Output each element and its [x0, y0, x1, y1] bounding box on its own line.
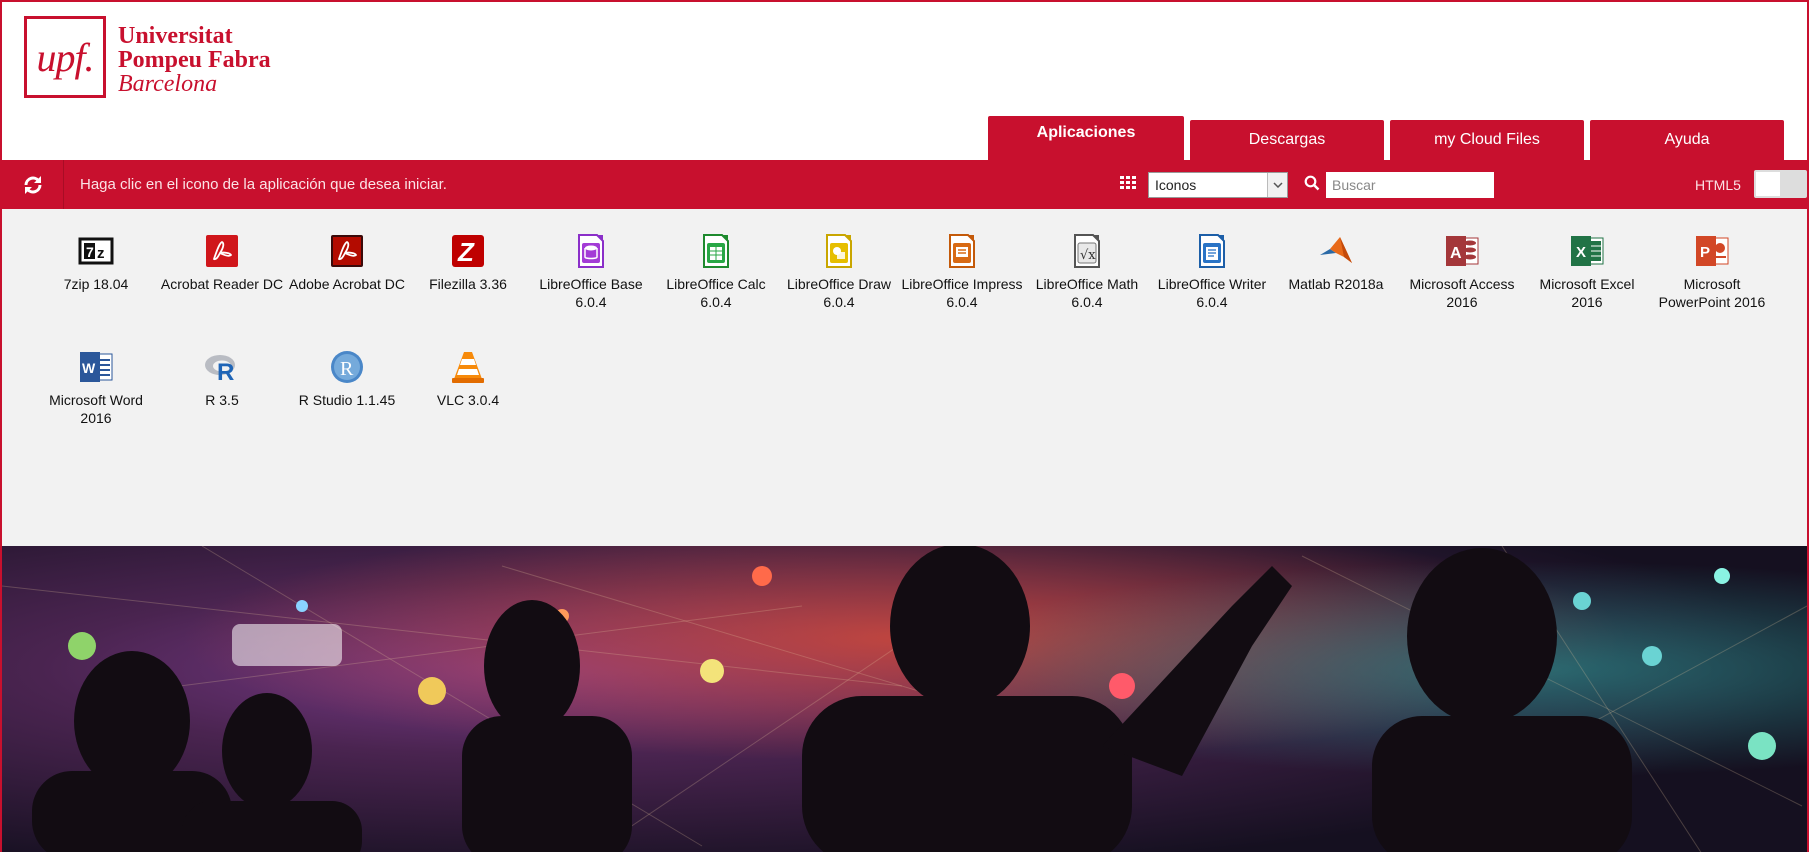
svg-text:7: 7 — [86, 244, 94, 260]
app-libreoffice-writer[interactable]: LibreOffice Writer 6.0.4 — [1150, 233, 1274, 311]
adobe-acrobat-icon — [329, 233, 365, 269]
app-ms-powerpoint[interactable]: P Microsoft PowerPoint 2016 — [1650, 233, 1774, 311]
app-label: Acrobat Reader DC — [160, 276, 284, 292]
app-libreoffice-impress[interactable]: LibreOffice Impress 6.0.4 — [900, 233, 1024, 311]
app-libreoffice-draw[interactable]: LibreOffice Draw 6.0.4 — [777, 233, 901, 311]
libreoffice-base-icon — [573, 233, 609, 269]
app-7zip[interactable]: 7z 7zip 18.04 — [34, 233, 158, 293]
svg-text:R: R — [217, 359, 234, 385]
tab-aplicaciones[interactable]: Aplicaciones — [988, 116, 1184, 160]
ms-word-icon: W — [78, 349, 114, 385]
app-label: LibreOffice Math 6.0.4 — [1035, 276, 1139, 310]
matlab-icon — [1318, 233, 1354, 269]
ms-powerpoint-icon: P — [1694, 233, 1730, 269]
hero-photo — [2, 546, 1807, 852]
tab-descargas[interactable]: Descargas — [1190, 120, 1384, 160]
app-label: R 3.5 — [205, 392, 239, 408]
instruction-text: Haga clic en el icono de la aplicación q… — [80, 176, 447, 193]
app-label: Adobe Acrobat DC — [289, 276, 405, 292]
search-input[interactable] — [1326, 172, 1494, 198]
app-libreoffice-math[interactable]: √x LibreOffice Math 6.0.4 — [1025, 233, 1149, 311]
libreoffice-impress-icon — [944, 233, 980, 269]
app-label: LibreOffice Impress 6.0.4 — [901, 276, 1023, 310]
app-libreoffice-calc[interactable]: LibreOffice Calc 6.0.4 — [654, 233, 778, 311]
main-tabs: Aplicaciones Descargas my Cloud Files Ay… — [988, 116, 1784, 160]
html5-label: HTML5 — [1695, 177, 1741, 193]
tab-ayuda[interactable]: Ayuda — [1590, 120, 1784, 160]
libreoffice-calc-icon — [698, 233, 734, 269]
app-rstudio[interactable]: R R Studio 1.1.45 — [285, 349, 409, 409]
svg-text:W: W — [82, 360, 96, 376]
logo-line-2: Pompeu Fabra — [118, 47, 271, 73]
libreoffice-writer-icon — [1194, 233, 1230, 269]
app-label: LibreOffice Draw 6.0.4 — [786, 276, 891, 310]
upf-logo[interactable]: upf. Universitat Pompeu Fabra Barcelona — [24, 16, 271, 98]
app-label: Microsoft Access 2016 — [1409, 276, 1515, 310]
app-libreoffice-base[interactable]: LibreOffice Base 6.0.4 — [529, 233, 653, 311]
libreoffice-math-icon: √x — [1069, 233, 1105, 269]
app-ms-word[interactable]: W Microsoft Word 2016 — [34, 349, 158, 427]
app-ms-access[interactable]: A Microsoft Access 2016 — [1400, 233, 1524, 311]
app-label: Microsoft Excel 2016 — [1539, 276, 1635, 310]
ms-access-icon: A — [1444, 233, 1480, 269]
app-label: LibreOffice Base 6.0.4 — [539, 276, 643, 310]
r-icon: R — [204, 349, 240, 386]
app-label: R Studio 1.1.45 — [298, 392, 396, 408]
view-mode-select[interactable]: Iconos — [1148, 172, 1288, 198]
logo-line-3: Barcelona — [118, 71, 218, 97]
app-acrobat-reader[interactable]: Acrobat Reader DC — [160, 233, 284, 293]
svg-text:√x: √x — [1080, 248, 1096, 263]
app-label: LibreOffice Calc 6.0.4 — [666, 276, 766, 310]
search-icon — [1304, 175, 1320, 191]
ms-excel-icon: X — [1569, 233, 1605, 269]
app-window: upf. Universitat Pompeu Fabra Barcelona … — [0, 0, 1809, 852]
toolbar: Haga clic en el icono de la aplicación q… — [2, 160, 1807, 209]
rstudio-icon: R — [329, 349, 365, 385]
svg-text:X: X — [1576, 244, 1586, 261]
app-label: VLC 3.0.4 — [436, 392, 500, 408]
logo-mark-text: upf. — [36, 34, 94, 80]
app-label: Matlab R2018a — [1288, 276, 1384, 292]
app-matlab[interactable]: Matlab R2018a — [1274, 233, 1398, 293]
acrobat-reader-icon — [204, 233, 240, 269]
header: upf. Universitat Pompeu Fabra Barcelona … — [2, 2, 1807, 160]
svg-text:z: z — [97, 245, 105, 262]
libreoffice-draw-icon — [821, 233, 857, 269]
toggle-knob — [1756, 172, 1780, 196]
app-ms-excel[interactable]: X Microsoft Excel 2016 — [1525, 233, 1649, 311]
vlc-icon — [450, 349, 486, 385]
chevron-down-icon[interactable] — [1267, 173, 1287, 197]
app-adobe-acrobat[interactable]: Adobe Acrobat DC — [285, 233, 409, 293]
svg-text:P: P — [1700, 244, 1710, 261]
grid-view-icon — [1120, 176, 1136, 189]
app-label: Filezilla 3.36 — [429, 276, 507, 292]
app-r[interactable]: R R 3.5 — [160, 349, 284, 409]
filezilla-icon: Z — [450, 233, 486, 269]
app-label: LibreOffice Writer 6.0.4 — [1157, 276, 1267, 310]
app-label: Microsoft PowerPoint 2016 — [1658, 276, 1766, 310]
7zip-icon: 7z — [78, 233, 114, 269]
refresh-button[interactable] — [2, 160, 64, 209]
app-label: Microsoft Word 2016 — [49, 392, 143, 426]
svg-text:A: A — [1450, 245, 1462, 262]
view-mode-value: Iconos — [1155, 177, 1197, 193]
svg-text:R: R — [340, 358, 354, 380]
html5-toggle[interactable] — [1754, 170, 1807, 198]
application-grid: 7z 7zip 18.04 Acrobat Reader DC Adobe Ac… — [2, 209, 1807, 546]
refresh-icon — [24, 175, 41, 194]
app-vlc[interactable]: VLC 3.0.4 — [406, 349, 530, 409]
svg-text:Z: Z — [457, 237, 475, 267]
upf-logo-mark: upf. — [24, 16, 106, 98]
logo-text: Universitat Pompeu Fabra Barcelona — [118, 24, 271, 96]
app-filezilla[interactable]: Z Filezilla 3.36 — [406, 233, 530, 293]
app-label: 7zip 18.04 — [63, 276, 129, 292]
tab-my-cloud-files[interactable]: my Cloud Files — [1390, 120, 1584, 160]
hero-image — [2, 546, 1807, 852]
logo-line-1: Universitat — [118, 23, 233, 49]
